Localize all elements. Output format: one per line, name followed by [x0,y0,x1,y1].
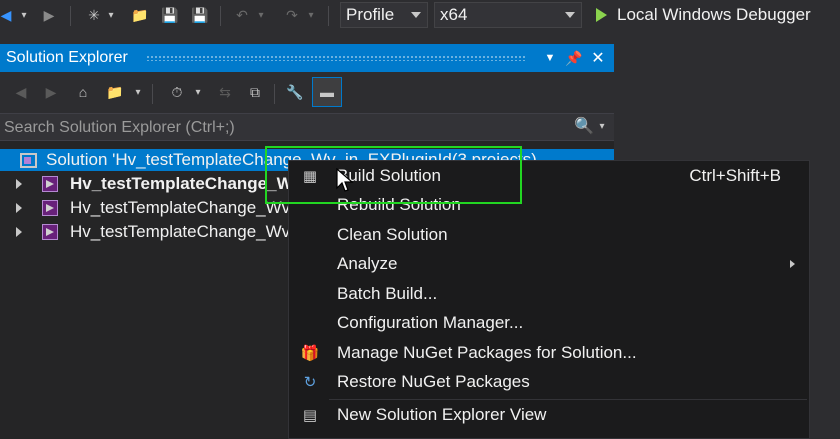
dropdown-arrow-icon[interactable]: ▾ [132,82,144,102]
tree-item-label: Hv_testTemplateChange_W [70,174,293,193]
forward-icon[interactable]: ▶ [40,5,58,25]
toolbar-separator [328,6,329,26]
menu-item-configuration-manager[interactable]: Configuration Manager... [289,309,809,337]
new-project-icon[interactable]: ✳ [84,5,104,25]
search-icon[interactable]: 🔍 [574,116,594,136]
panel-title: Solution Explorer [6,49,128,66]
menu-item-new-solution-explorer-view[interactable]: ▤ New Solution Explorer View [289,401,809,429]
toolbar-separator [220,6,221,26]
tree-item-label: Hv_testTemplateChange_Wv [70,198,291,217]
home-icon[interactable]: ⌂ [72,82,94,102]
configuration-select-value: Profile [346,5,395,24]
properties-wrench-icon[interactable]: 🔧 [284,82,306,102]
project-icon [42,176,58,192]
menu-item-manage-nuget[interactable]: 🎁 Manage NuGet Packages for Solution... [289,339,809,367]
solution-explorer-toolbar: ◀ ▶ ⌂ 📁 ▾ ⏱ ▾ ⇆ ⧉ 🔧 ▬ [0,74,614,110]
chevron-down-icon [411,12,421,18]
back-icon[interactable]: ◀ [0,5,12,25]
project-icon [42,200,58,216]
menu-item-restore-nuget[interactable]: ↻ Restore NuGet Packages [289,368,809,396]
undo-icon[interactable]: ↶ [232,5,252,25]
expand-arrow-icon[interactable] [16,179,22,189]
pin-icon[interactable]: 📌 [564,48,584,68]
nuget-icon: 🎁 [300,345,320,362]
dropdown-arrow-icon[interactable]: ▾ [192,82,204,102]
search-input[interactable] [2,117,566,139]
platform-select[interactable]: x64 [434,2,582,28]
forward-icon[interactable]: ▶ [40,82,62,102]
chevron-down-icon [565,12,575,18]
tree-item-label: Hv_testTemplateChange_Wv [70,222,291,241]
open-folder-icon[interactable]: 📁 [130,5,150,25]
submenu-arrow-icon [790,260,795,268]
expand-arrow-icon[interactable] [16,227,22,237]
menu-item-label: Manage NuGet Packages for Solution... [337,343,637,362]
toolbar-separator [70,6,71,26]
configuration-select[interactable]: Profile [340,2,428,28]
menu-item-clean-solution[interactable]: Clean Solution [289,221,809,249]
menu-item-label: New Solution Explorer View [337,405,547,424]
back-icon[interactable]: ◀ [10,82,32,102]
pending-changes-filter-icon[interactable]: ⏱ [166,82,188,102]
close-icon[interactable]: ✕ [588,48,608,68]
new-view-icon: ▤ [302,407,318,424]
menu-item-label: Configuration Manager... [337,313,524,332]
annotation-highlight-box [265,146,522,204]
solution-icon [20,152,37,168]
menu-separator [329,399,807,400]
menu-item-label: Batch Build... [337,284,438,303]
toolbar-separator [274,84,275,104]
menu-item-label: Restore NuGet Packages [337,372,530,391]
menu-item-label: Clean Solution [337,225,448,244]
restore-icon: ↻ [303,374,317,391]
preview-selected-items-icon[interactable]: ▬ [312,77,342,107]
dropdown-arrow-icon[interactable]: ▾ [106,5,116,25]
platform-select-value: x64 [440,5,468,24]
save-icon[interactable]: 💾 [160,5,180,25]
drag-grip[interactable] [146,55,526,61]
collapse-all-icon[interactable]: ⧉ [244,82,266,102]
dropdown-arrow-icon[interactable]: ▾ [18,5,30,25]
dropdown-arrow-icon[interactable]: ▾ [256,5,266,25]
main-toolbar: ◀ ▾ ▶ ✳ ▾ 📁 💾 💾 ↶ ▾ ↷ ▾ Profile x64 Loca… [0,0,840,32]
redo-icon[interactable]: ↷ [282,5,302,25]
sync-active-document-icon[interactable]: ⇆ [214,82,236,102]
start-debugging-label: Local Windows Debugger [617,5,811,24]
mouse-cursor-icon [336,168,354,192]
toolbar-separator [152,84,153,104]
start-debugging-button[interactable]: Local Windows Debugger [596,4,811,26]
menu-item-analyze[interactable]: Analyze [289,250,809,278]
menu-item-label: Analyze [337,254,398,273]
window-position-icon[interactable]: ▼ [540,48,560,68]
solution-explorer-search: 🔍 ▾ [0,113,614,141]
dropdown-arrow-icon[interactable]: ▾ [306,5,316,25]
solution-explorer-titlebar: Solution Explorer ▼ 📌 ✕ [0,44,614,72]
switch-views-icon[interactable]: 📁 [104,82,126,102]
menu-item-batch-build[interactable]: Batch Build... [289,280,809,308]
search-options-chevron-icon[interactable]: ▾ [596,116,608,136]
project-icon [42,224,58,240]
expand-arrow-icon[interactable] [16,203,22,213]
play-icon [596,8,607,22]
menu-item-shortcut: Ctrl+Shift+B [689,166,781,185]
save-all-icon[interactable]: 💾 [190,5,210,25]
